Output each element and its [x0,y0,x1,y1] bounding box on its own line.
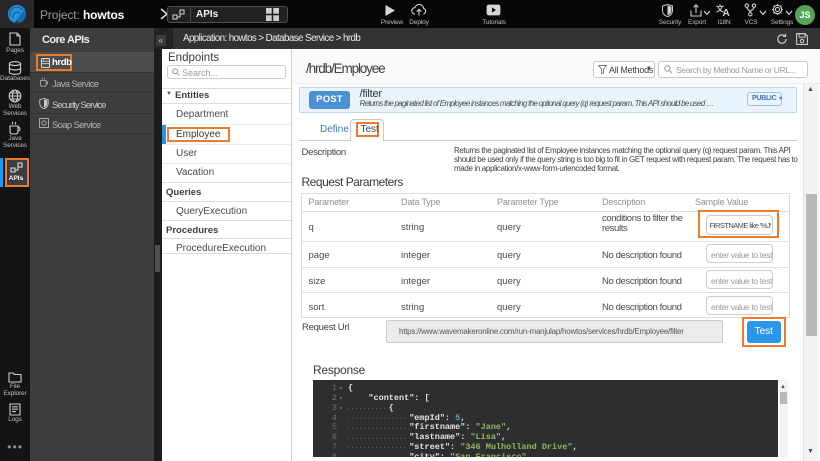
svg-text:A: A [723,8,730,17]
